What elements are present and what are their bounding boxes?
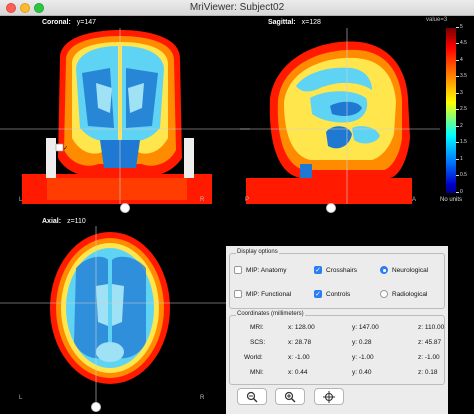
axial-view[interactable]	[0, 226, 230, 406]
coord-row-mni: MNI: x: 0.44 y: 0.40 z: 0.18	[230, 369, 446, 379]
radiological-radio[interactable]	[380, 290, 388, 298]
sagittal-label: Sagittal: x=128	[268, 19, 321, 26]
coordinates-title: Coordinates (millimeters)	[236, 311, 305, 317]
coordinates-group: Coordinates (millimeters) MRI: x: 128.00…	[229, 311, 446, 385]
mip-functional-checkbox[interactable]	[234, 290, 242, 298]
coord-row-world: World: x: -1.00 y: -1.00 z: -1.00	[230, 354, 446, 364]
axial-label: Axial: z=110	[42, 218, 86, 225]
colorbar-tick: 4.5	[456, 40, 467, 46]
axial-label-text: Axial:	[42, 218, 62, 225]
neurological-label: Neurological	[392, 266, 429, 274]
coord-y: y: 0.40	[352, 369, 372, 376]
sagittal-orient-right: A	[412, 197, 417, 203]
coord-name: MRI:	[250, 324, 264, 331]
display-options-group: Display options MIP: Anatomy ✓ Crosshair…	[229, 249, 445, 309]
coord-z: z: 0.18	[418, 369, 438, 376]
axial-slice-slider[interactable]	[91, 402, 101, 412]
coord-row-mri: MRI: x: 128.00 y: 147.00 z: 110.00	[230, 324, 446, 334]
sagittal-label-text: Sagittal:	[268, 19, 296, 26]
coronal-coord: y=147	[76, 19, 97, 26]
coord-x: x: 28.78	[288, 339, 312, 346]
zoom-in-icon	[284, 391, 296, 402]
colorbar	[446, 28, 456, 193]
axial-orient-right: R	[200, 395, 205, 401]
svg-text:✓: ✓	[63, 146, 68, 152]
colorbar-tick: 0.5	[456, 172, 467, 178]
colorbar-tick: 3.5	[456, 73, 467, 79]
neurological-radio[interactable]	[380, 266, 388, 274]
coord-row-scs: SCS: x: 28.78 y: 0.28 z: 45.87	[230, 339, 446, 349]
colorbar-tick: 2	[456, 123, 463, 129]
mip-anatomy-label: MIP: Anatomy	[246, 266, 287, 274]
controls-option[interactable]: ✓ Controls	[314, 290, 350, 298]
crosshairs-label: Crosshairs	[326, 266, 358, 274]
mip-anatomy-option[interactable]: MIP: Anatomy	[234, 266, 286, 274]
window-titlebar: MriViewer: Subject02	[0, 0, 474, 16]
coord-x: x: -1.00	[288, 354, 310, 361]
coord-z: z: -1.00	[418, 354, 440, 361]
sagittal-coord: x=128	[301, 19, 321, 26]
axial-coord: z=110	[67, 218, 86, 225]
crosshairs-checkbox[interactable]: ✓	[314, 266, 322, 274]
colorbar-tick: 4	[456, 57, 463, 63]
window-title: MriViewer: Subject02	[189, 2, 285, 13]
mip-functional-option[interactable]: MIP: Functional	[234, 290, 291, 298]
zoom-in-button[interactable]	[275, 388, 305, 405]
crosshairs-option[interactable]: ✓ Crosshairs	[314, 266, 357, 274]
radiological-option[interactable]: Radiological	[380, 290, 427, 298]
axial-orient-left: L	[19, 395, 23, 401]
coord-y: y: -1.00	[352, 354, 374, 361]
coronal-label: Coronal: y=147	[42, 19, 96, 26]
sagittal-slice-slider[interactable]	[326, 203, 336, 213]
coord-name: SCS:	[250, 339, 266, 346]
coord-x: x: 0.44	[288, 369, 308, 376]
coord-z: z: 110.00	[418, 324, 445, 331]
coord-y: y: 0.28	[352, 339, 372, 346]
colorbar-tick: 1.5	[456, 139, 467, 145]
coronal-orient-right: R	[200, 197, 205, 203]
colorbar-tick: 5	[456, 24, 463, 30]
coord-name: World:	[244, 354, 263, 361]
coronal-slice-slider[interactable]	[120, 203, 130, 213]
sagittal-orient-left: P	[245, 197, 250, 203]
mip-anatomy-checkbox[interactable]	[234, 266, 242, 274]
controls-label: Controls	[326, 290, 351, 298]
coronal-label-text: Coronal:	[42, 19, 71, 26]
colorbar-value: value=3	[426, 17, 448, 23]
center-crosshair-button[interactable]	[314, 388, 344, 405]
zoom-out-button[interactable]	[237, 388, 267, 405]
sagittal-view[interactable]	[240, 28, 440, 204]
coord-y: y: 147.00	[352, 324, 379, 331]
controls-checkbox[interactable]: ✓	[314, 290, 322, 298]
coord-z: z: 45.87	[418, 339, 442, 346]
radiological-label: Radiological	[392, 290, 428, 298]
colorbar-tick: 0	[456, 189, 463, 195]
neurological-option[interactable]: Neurological	[380, 266, 428, 274]
colorbar-units: No units	[440, 197, 463, 203]
colorbar-tick: 2.5	[456, 106, 467, 112]
center-crosshair-icon	[323, 390, 335, 403]
coord-name: MNI:	[250, 369, 264, 376]
coronal-orient-left: L	[19, 197, 23, 203]
coronal-view[interactable]: ✓	[0, 28, 250, 204]
display-options-title: Display options	[236, 249, 279, 255]
zoom-out-icon	[246, 391, 258, 402]
colorbar-tick: 3	[456, 90, 463, 96]
coord-x: x: 128.00	[288, 324, 315, 331]
mip-functional-label: MIP: Functional	[246, 290, 292, 298]
colorbar-tick: 1	[456, 156, 463, 162]
